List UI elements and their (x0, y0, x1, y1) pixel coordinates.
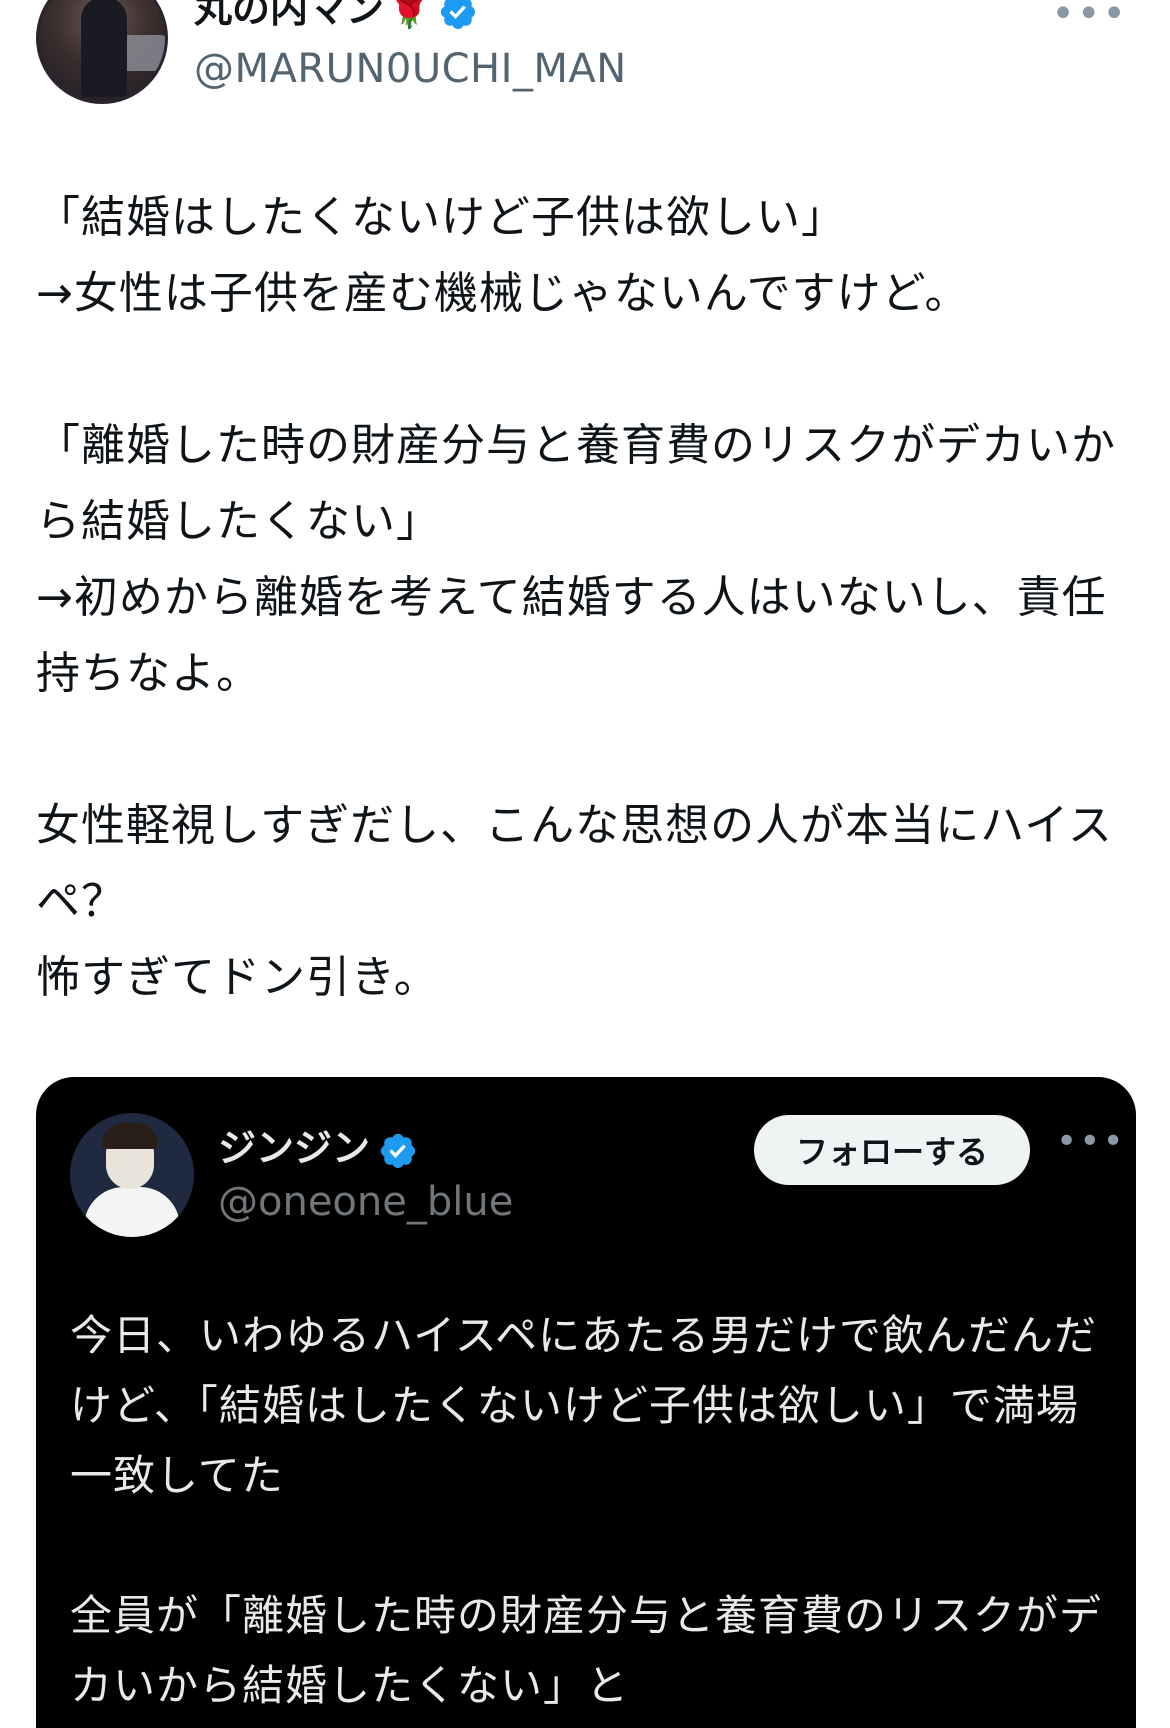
rose-emoji: 🌹 (388, 0, 431, 31)
verified-badge-icon (441, 0, 476, 29)
more-options-icon[interactable]: ••• (1051, 0, 1128, 34)
author-avatar[interactable] (36, 0, 168, 104)
author-name-row[interactable]: 丸の内マン 🌹 (194, 0, 478, 34)
post-body: 「結婚はしたくないけど子供は欲しい」 →女性は子供を産む機械じゃないんですけど。… (36, 180, 1144, 1016)
follow-button[interactable]: フォローする (754, 1115, 1030, 1185)
quote-author-name: ジンジン (218, 1126, 371, 1170)
avatar-shirt-shape (84, 1187, 180, 1237)
quote-author-handle[interactable]: @oneone_blue (218, 1177, 513, 1227)
post-paragraph-spacer (36, 712, 1144, 788)
post-paragraph-3: 女性軽視しすぎだし、こんな思想の人が本当にハイスペ？ 怖すぎてドン引き。 (36, 800, 1113, 1003)
author-handle[interactable]: @MARUN0UCHI_MAN (194, 44, 627, 94)
tweet-page: 丸の内マン 🌹 @MARUN0UCHI_MAN ••• 「結婚はしたくないけど子供… (0, 0, 1170, 1728)
quote-more-options-icon[interactable]: ••• (1056, 1121, 1126, 1162)
post-paragraph-1: 「結婚はしたくないけど子供は欲しい」 →女性は子供を産む機械じゃないんですけど。 (36, 192, 970, 319)
quote-paragraph-2: 全員が「離婚した時の財産分与と養育費のリスクがデカいから結婚したくない」と (70, 1591, 1103, 1710)
avatar-hair-shape (102, 1123, 158, 1149)
author-name: 丸の内マン (194, 0, 385, 31)
quote-paragraph-spacer (70, 1511, 1110, 1581)
quote-author-avatar[interactable] (70, 1113, 194, 1237)
quote-body: 今日、いわゆるハイスペにあたる男だけで飲んだんだけど、「結婚はしたくないけど子供… (70, 1301, 1110, 1721)
post-paragraph-2: 「離婚した時の財産分与と養育費のリスクがデカいから結婚したくない」 →初めから離… (36, 420, 1116, 699)
post-paragraph-spacer (36, 332, 1144, 408)
verified-badge-icon (380, 1133, 416, 1168)
quoted-post-card[interactable]: ジンジン @oneone_blue フォローする ••• 今日、いわゆるハイスペ… (36, 1077, 1136, 1728)
avatar-person-shape (81, 0, 127, 97)
quote-paragraph-1: 今日、いわゆるハイスペにあたる男だけで飲んだんだけど、「結婚はしたくないけど子供… (70, 1311, 1097, 1500)
quote-author-name-row[interactable]: ジンジン (218, 1125, 418, 1171)
